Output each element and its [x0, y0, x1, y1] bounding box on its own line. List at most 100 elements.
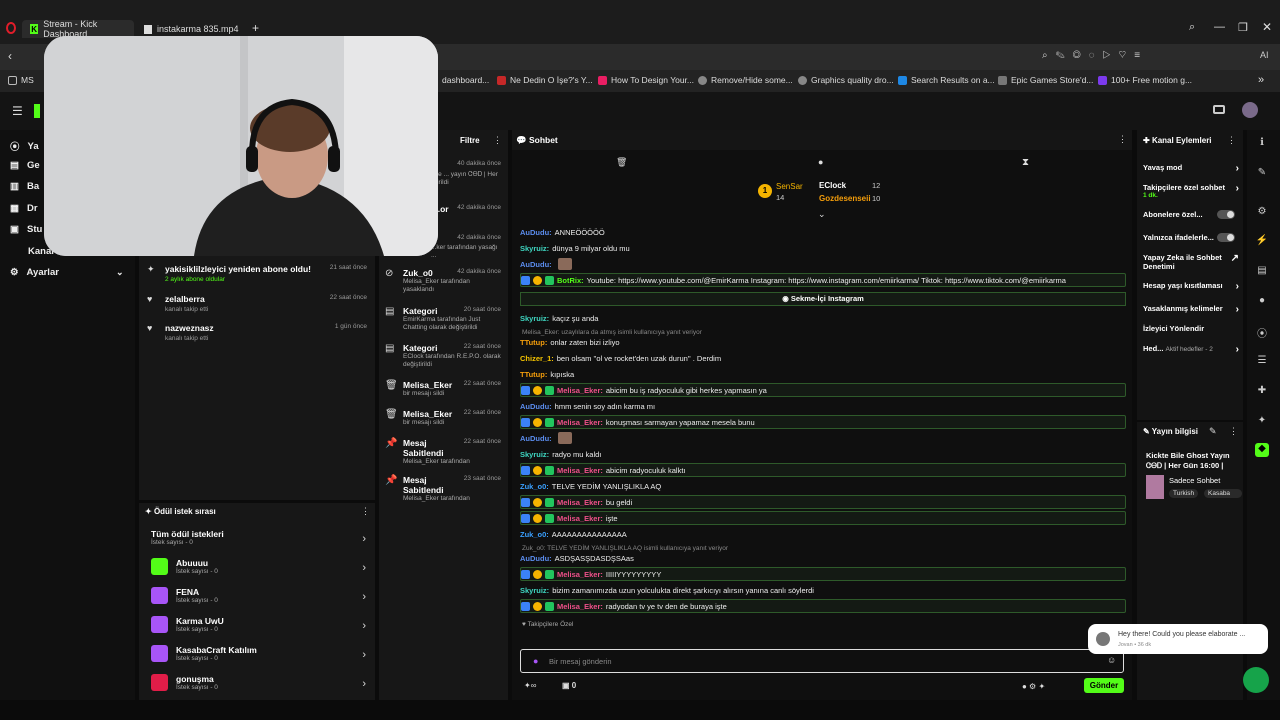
chat-username[interactable]: AuDudu:	[520, 402, 552, 411]
bookmark-item[interactable]: Remove/Hide some...	[698, 75, 793, 85]
chat-username[interactable]: AuDudu:	[520, 260, 552, 269]
send-button[interactable]: Gönder	[1084, 678, 1124, 693]
chat-message[interactable]: Skyruiz: bizim zamanımızda uzun yolculukt…	[520, 583, 1126, 597]
action-ai-moderation[interactable]: Yapay Zeka ile Sohbet Denetimi ↗	[1143, 253, 1239, 271]
sidebar-item-kanal[interactable]: Kanal	[10, 246, 54, 257]
bookmark-item[interactable]: dashboard...	[442, 75, 489, 85]
chat-message[interactable]: Melisa_Eker: konuşması sarmayan yapamaz m…	[520, 415, 1126, 429]
emote-only-toggle[interactable]	[1217, 233, 1235, 242]
bookmark-item[interactable]: Epic Games Store'd...	[998, 75, 1093, 85]
chat-message[interactable]: TTutup: kıpıska	[520, 367, 1126, 381]
bookmark-item[interactable]: How To Design Your...	[598, 75, 694, 85]
chat-icon[interactable]: ●	[1255, 295, 1269, 309]
chat-message[interactable]: Melisa_Eker: abicim bu iş radyoculuk gibi…	[520, 383, 1126, 397]
more-icon[interactable]: ⋮	[1118, 134, 1127, 145]
more-icon[interactable]: ⋮	[1229, 426, 1238, 437]
action-slow-mode[interactable]: Yavaş mod ›	[1143, 163, 1239, 174]
chat-message[interactable]: TTutup: onlar zaten bizi izliyo	[520, 335, 1126, 349]
emoji-icon[interactable]: ☺	[1107, 655, 1116, 665]
extension-icon[interactable]: ◆	[1255, 443, 1269, 457]
chat-message[interactable]: Melisa_Eker: bu geldi	[520, 495, 1126, 509]
chat-message[interactable]: Melisa_Eker: abicim radyoculuk kalktı	[520, 463, 1126, 477]
chat-username[interactable]: Melisa_Eker:	[557, 514, 603, 523]
chat-username[interactable]: Melisa_Eker:	[557, 418, 603, 427]
bookmarks-more-icon[interactable]: »	[1258, 74, 1264, 86]
back-icon[interactable]: ‹	[8, 49, 12, 63]
chat-message[interactable]: AuDudu:	[520, 431, 1126, 445]
points-icon[interactable]: ✦∞	[524, 681, 536, 690]
reward-all[interactable]: Tüm ödül istekleri İstek sayısı - 0 ›	[151, 529, 366, 546]
chat-username[interactable]: Skyruiz:	[520, 244, 549, 253]
chat-username[interactable]: Melisa_Eker:	[557, 466, 603, 475]
action-account-age[interactable]: Hesap yaşı kısıtlaması ›	[1143, 281, 1239, 292]
opera-logo-icon[interactable]	[6, 22, 16, 34]
sidebar-item-genel[interactable]: ▤ Ge	[10, 160, 40, 171]
list-icon[interactable]: ☰	[1255, 355, 1269, 369]
share-icon[interactable]: ✦	[1255, 415, 1269, 429]
chat-message[interactable]: AuDudu:	[520, 257, 1126, 271]
bookmark-item[interactable]: Graphics quality dro...	[798, 75, 894, 85]
action-followers-only[interactable]: Takipçilere özel sohbet 1 dk. ›	[1143, 183, 1239, 199]
chat-message[interactable]: Melisa_Eker: işte	[520, 511, 1126, 525]
chat-message[interactable]: BotRix: Youtube: https://www.youtube.com/…	[520, 273, 1126, 287]
chat-message[interactable]: Melisa_Eker: radyodan tv ye tv den de bur…	[520, 599, 1126, 613]
settings-icon[interactable]: ⚙	[1255, 206, 1269, 220]
reward-item[interactable]: KasabaCraft Katılım İstek sayısı - 0 ›	[151, 645, 366, 662]
chat-message[interactable]: AuDudu: ANNEÖÖÖÖÖ	[520, 225, 1126, 239]
support-toast[interactable]: Hey there! Could you please elaborate ..…	[1088, 624, 1268, 654]
toolbar-icons[interactable]: ⌕✎◎◌▷♡≡	[1042, 50, 1148, 61]
subs-only-toggle[interactable]	[1217, 210, 1235, 219]
chat-settings-icons[interactable]: ● ⚙ ✦	[1022, 682, 1045, 691]
action-subs-only[interactable]: Abonelere özel...	[1143, 210, 1239, 219]
bookmark-ms[interactable]: MS	[8, 75, 34, 85]
chat-username[interactable]: Melisa_Eker:	[557, 498, 603, 507]
activity-item[interactable]: ♥ nazweznasz kanalı takip etti 1 gün önc…	[147, 323, 367, 342]
kick-logo[interactable]	[34, 104, 40, 118]
chat-username[interactable]: Zuk_o0:	[520, 482, 549, 491]
chat-username[interactable]: Zuk_o0:	[520, 530, 549, 539]
chat-message[interactable]: Zuk_o0: AAAAAAAAAAAAAAA	[520, 527, 1126, 541]
hourglass-icon[interactable]: ⧗	[1022, 157, 1029, 168]
avatar[interactable]	[1242, 102, 1258, 118]
chat-message[interactable]: AuDudu: ASDŞASŞDASDŞSAas	[520, 551, 1126, 565]
trash-icon[interactable]: 🗑	[616, 157, 627, 168]
sidebar-item-studio[interactable]: ▣ Stu	[10, 224, 42, 235]
chat-message[interactable]: Skyruiz: kaçız şu anda	[520, 311, 1126, 325]
chat-message[interactable]: Chizer_1: ben olsam ''ol ve rocket'den uz…	[520, 351, 1126, 365]
chat-username[interactable]: BotRix:	[557, 276, 584, 285]
new-tab-button[interactable]: +	[252, 21, 259, 35]
chat-message[interactable]: Melisa_Eker: IIIIIYYYYYYYYY	[520, 567, 1126, 581]
minimize-icon[interactable]: —	[1214, 21, 1225, 33]
leader-first-name[interactable]: SenSar	[776, 182, 803, 191]
gift-icon[interactable]: ▣ 0	[562, 681, 576, 690]
action-emote-only[interactable]: Yalnızca ifadelerle...	[1143, 233, 1239, 242]
mic-icon[interactable]: ●	[533, 656, 538, 666]
chat-message[interactable]: Zuk_o0: TELVE YEDİM YANLIŞLIKLA AQ	[520, 479, 1126, 493]
instagram-link-button[interactable]: ◉ Sekme-İçi Instagram	[520, 292, 1126, 306]
chat-username[interactable]: Chizer_1:	[520, 354, 554, 363]
sidebar-item-drops[interactable]: ▦ Dr	[10, 203, 38, 214]
chat-username[interactable]: Skyruiz:	[520, 450, 549, 459]
action-banned-words[interactable]: Yasaklanmış kelimeler ›	[1143, 304, 1239, 315]
chat-message[interactable]: AuDudu: hmm senin soy adın karma mı	[520, 399, 1126, 413]
chat-username[interactable]: TTutup:	[520, 338, 547, 347]
ai-icon[interactable]: AI	[1260, 50, 1269, 60]
chat-username[interactable]: Skyruiz:	[520, 314, 549, 323]
edit-icon[interactable]: ✎	[1255, 167, 1269, 181]
chat-username[interactable]: Melisa_Eker:	[557, 386, 603, 395]
chat-username[interactable]: Skyruiz:	[520, 586, 549, 595]
reward-item[interactable]: gonuşma İstek sayısı - 0 ›	[151, 674, 366, 691]
doc-icon[interactable]: ▤	[1255, 265, 1269, 279]
chevron-down-icon[interactable]: ⌄	[818, 209, 826, 220]
bookmark-item[interactable]: 100+ Free motion g...	[1098, 75, 1192, 85]
more-icon[interactable]: ⋮	[1227, 135, 1236, 146]
activity-item[interactable]: ♥ zelalberra kanalı takip etti 22 saat ö…	[147, 294, 367, 313]
studio-icon[interactable]	[1213, 105, 1225, 114]
close-icon[interactable]: ✕	[1262, 20, 1272, 34]
chat-message[interactable]: Skyruiz: dünya 9 milyar oldu mu	[520, 241, 1126, 255]
chat-bubble-icon[interactable]: ●	[818, 157, 823, 167]
bookmark-item[interactable]: Ne Dedin O İşe?'s Y...	[497, 75, 593, 85]
info-icon[interactable]: ℹ	[1255, 137, 1269, 151]
more-icon[interactable]: ⋮	[361, 506, 370, 517]
chat-username[interactable]: AuDudu:	[520, 554, 552, 563]
